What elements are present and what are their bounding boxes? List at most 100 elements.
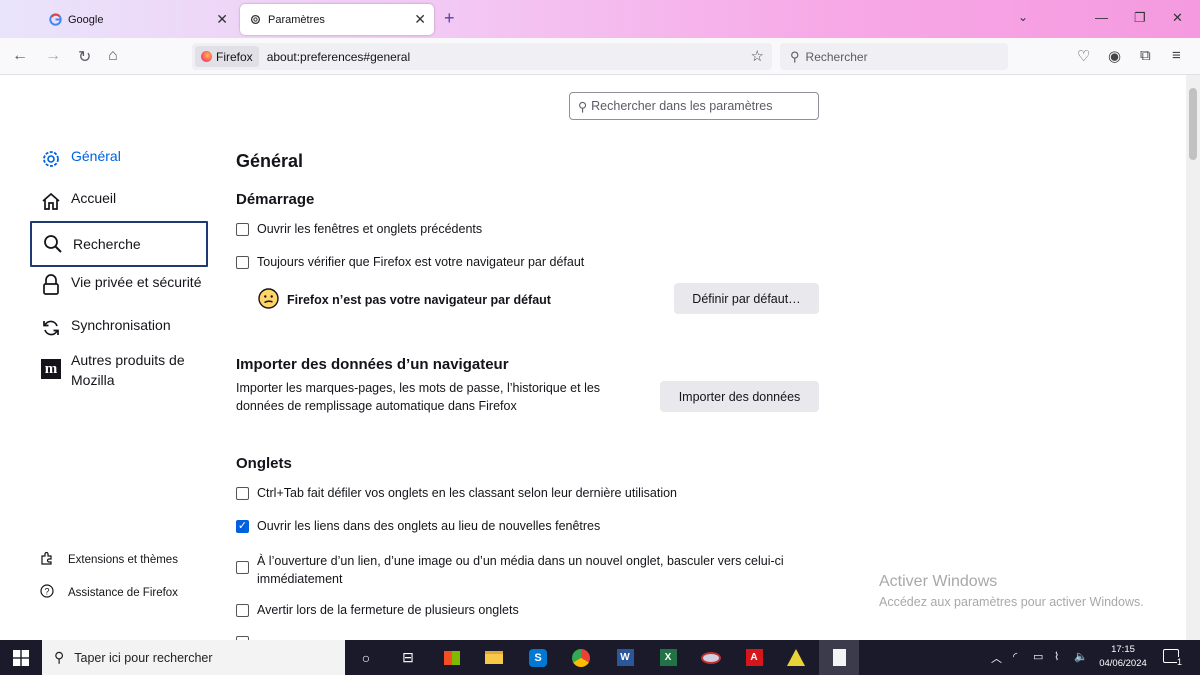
flask-app-icon[interactable]: [776, 640, 816, 675]
check-default-checkbox[interactable]: Toujours vérifier que Firefox est votre …: [236, 255, 584, 269]
sidebar-item-home[interactable]: Accueil: [30, 190, 208, 212]
menu-hamburger-icon[interactable]: ≡: [1172, 47, 1181, 64]
page-title: Général: [236, 151, 304, 171]
identity-label: Firefox: [216, 49, 253, 64]
sidebar-item-label: Accueil: [71, 190, 117, 206]
battery-icon[interactable]: ▭: [1033, 650, 1043, 663]
identity-box[interactable]: Firefox: [195, 46, 259, 67]
notepad-icon[interactable]: [819, 640, 859, 675]
chevron-down-icon[interactable]: ⌄: [1018, 10, 1028, 24]
search-icon: ⚲: [790, 48, 800, 64]
import-data-button[interactable]: Importer des données: [660, 381, 819, 412]
restore-session-checkbox[interactable]: Ouvrir les fenêtres et onglets précédent…: [236, 222, 482, 236]
close-tab-icon[interactable]: ✕: [414, 11, 426, 28]
checkbox-label: Avertir lors de la fermeture de plusieur…: [257, 603, 519, 617]
sidebar-link-help[interactable]: ? Assistance de Firefox: [40, 584, 178, 601]
warn-close-tabs-checkbox[interactable]: Avertir lors de la fermeture de plusieur…: [236, 603, 519, 617]
sidebar-link-label: Extensions et thèmes: [68, 553, 178, 566]
sidebar-item-sync[interactable]: Synchronisation: [30, 317, 208, 339]
close-window-icon[interactable]: ✕: [1172, 10, 1183, 26]
back-arrow-icon[interactable]: ←: [12, 47, 28, 65]
sidebar-item-mozilla-products[interactable]: m Autres produits de Mozilla: [30, 350, 208, 390]
checkbox-box[interactable]: [236, 604, 249, 617]
checkbox-box[interactable]: [236, 487, 249, 500]
open-links-in-tabs-checkbox[interactable]: ✓ Ouvrir les liens dans des onglets au l…: [236, 519, 600, 533]
not-default-text: Firefox n’est pas votre navigateur par d…: [287, 293, 551, 307]
windows-taskbar: ⚲ Taper ici pour rechercher ○ ⊟ S W X A …: [0, 640, 1200, 675]
acrobat-icon[interactable]: A: [734, 640, 774, 675]
checkbox-label: À l’ouverture d’un lien, d’une image ou …: [257, 552, 784, 588]
url-bar[interactable]: Firefox about:preferences#general ☆: [192, 43, 772, 70]
preferences-search-input[interactable]: ⚲ Rechercher dans les paramètres: [569, 92, 819, 120]
search-placeholder: Rechercher: [805, 49, 868, 64]
network-icon[interactable]: ◜: [1013, 650, 1017, 663]
gear-icon: [40, 148, 62, 170]
wifi-off-icon[interactable]: ⌇: [1054, 650, 1059, 663]
tab-title: Google: [68, 13, 104, 26]
chrome-icon[interactable]: [561, 640, 601, 675]
firefox-logo-icon: [201, 51, 212, 62]
search-icon: ⚲: [578, 99, 588, 114]
import-description-line1: Importer les marques-pages, les mots de …: [236, 381, 601, 395]
close-tab-icon[interactable]: ✕: [216, 11, 228, 28]
sidebar-item-label: Recherche: [73, 236, 141, 252]
tab-bar: Google ✕ Paramètres ✕ + ⌄ — ❐ ✕: [0, 0, 1200, 38]
chevron-up-icon[interactable]: ︿: [991, 650, 1002, 666]
sidebar-item-general[interactable]: Général: [30, 148, 208, 170]
home-icon[interactable]: ⌂: [108, 47, 118, 65]
checkbox-box[interactable]: [236, 256, 249, 269]
app-icon[interactable]: [691, 640, 731, 675]
checkbox-label: Ouvrir les fenêtres et onglets précédent…: [257, 222, 483, 236]
taskbar-search-input[interactable]: ⚲ Taper ici pour rechercher: [42, 640, 345, 675]
store-icon[interactable]: [432, 640, 472, 675]
checkbox-box[interactable]: [236, 561, 249, 574]
home-icon: [40, 190, 62, 212]
clock-time: 17:15: [1111, 644, 1135, 655]
sidebar-link-extensions[interactable]: Extensions et thèmes: [40, 551, 178, 568]
new-tab-plus-icon[interactable]: +: [444, 8, 455, 29]
extensions-puzzle-icon[interactable]: ⧉: [1140, 47, 1151, 64]
tabs-heading: Onglets: [236, 455, 292, 472]
taskbar-search-placeholder: Taper ici pour rechercher: [74, 650, 213, 665]
checkbox-box[interactable]: [236, 223, 249, 236]
not-default-message: Firefox n’est pas votre navigateur par d…: [258, 288, 551, 312]
checkbox-box-checked[interactable]: ✓: [236, 520, 249, 533]
checkbox-label: Toujours vérifier que Firefox est votre …: [257, 255, 585, 269]
pocket-icon[interactable]: ♡: [1077, 47, 1090, 65]
notifications-icon[interactable]: 1: [1163, 649, 1182, 667]
sidebar-item-label-line2: Mozilla: [71, 372, 115, 388]
sidebar-item-search[interactable]: Recherche: [30, 221, 208, 267]
ctrl-tab-checkbox[interactable]: Ctrl+Tab fait défiler vos onglets en les…: [236, 486, 677, 500]
reload-icon[interactable]: ↻: [78, 47, 91, 67]
restore-icon[interactable]: ❐: [1134, 10, 1146, 26]
cortana-icon[interactable]: ○: [346, 640, 386, 675]
system-clock[interactable]: 17:15 04/06/2024: [1094, 643, 1152, 671]
preferences-page: ⚲ Rechercher dans les paramètres Général…: [0, 75, 1186, 640]
bookmark-star-icon[interactable]: ☆: [751, 47, 764, 65]
forward-arrow-icon[interactable]: →: [45, 47, 61, 65]
search-icon: [42, 233, 64, 255]
task-view-icon[interactable]: ⊟: [388, 640, 428, 675]
activate-windows-title: Activer Windows: [879, 573, 998, 590]
set-default-button[interactable]: Définir par défaut…: [674, 283, 819, 314]
account-icon[interactable]: ◉: [1108, 47, 1121, 65]
switch-to-new-tab-checkbox[interactable]: À l’ouverture d’un lien, d’une image ou …: [236, 552, 784, 588]
file-explorer-icon[interactable]: [474, 640, 514, 675]
tab-google[interactable]: Google ✕: [40, 4, 236, 35]
tab-settings[interactable]: Paramètres ✕: [240, 4, 434, 35]
sidebar-item-label: Autres produits de Mozilla: [71, 350, 185, 390]
minimize-icon[interactable]: —: [1095, 10, 1108, 25]
skype-icon[interactable]: S: [518, 640, 558, 675]
import-heading: Importer des données d’un navigateur: [236, 356, 509, 373]
volume-icon[interactable]: 🔈: [1074, 650, 1088, 663]
web-search-input[interactable]: ⚲ Rechercher: [780, 43, 1008, 70]
excel-icon[interactable]: X: [648, 640, 688, 675]
puzzle-icon: [40, 551, 54, 568]
word-icon[interactable]: W: [605, 640, 645, 675]
import-description: Importer les marques-pages, les mots de …: [236, 379, 636, 415]
windows-start-icon[interactable]: [0, 640, 42, 675]
confused-face-icon: [258, 288, 279, 312]
navigation-toolbar: ← → ↻ ⌂ Firefox about:preferences#genera…: [0, 38, 1200, 75]
sidebar-item-privacy[interactable]: Vie privée et sécurité: [30, 274, 208, 296]
scrollbar-thumb[interactable]: [1189, 88, 1197, 160]
